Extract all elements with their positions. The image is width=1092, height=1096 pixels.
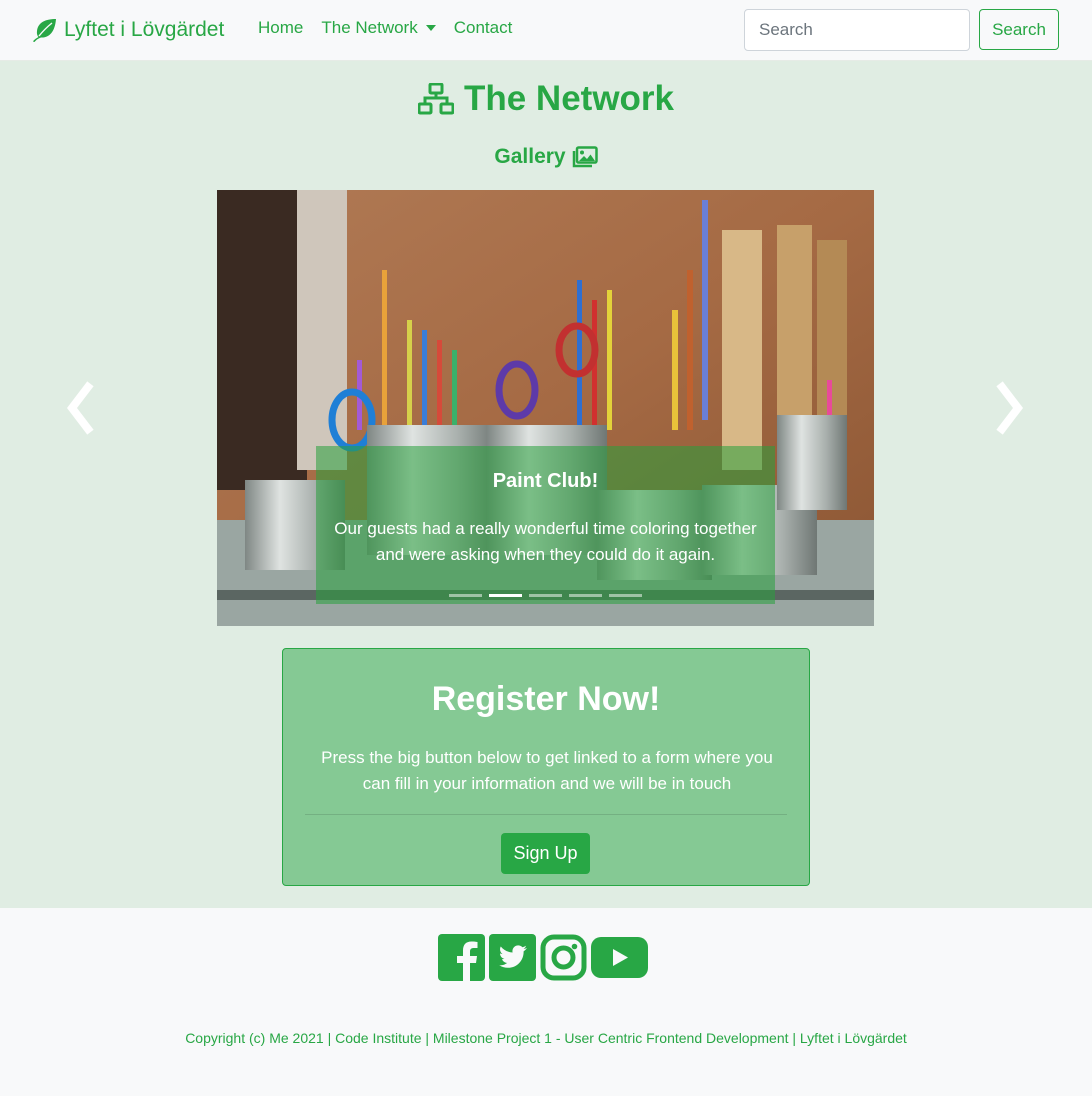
brand-link[interactable]: Lyftet i Lövgärdet <box>32 14 224 46</box>
social-links <box>438 934 652 986</box>
search-button[interactable]: Search <box>979 9 1059 50</box>
carousel-indicator[interactable] <box>609 594 642 597</box>
caption-text: Our guests had a really wonderful time c… <box>334 519 757 564</box>
register-text: Press the big button below to get linked… <box>321 748 773 793</box>
network-icon <box>417 83 454 115</box>
images-icon <box>572 146 598 168</box>
instagram-icon[interactable] <box>540 934 587 986</box>
chevron-down-icon <box>425 25 436 31</box>
copyright-text: Copyright (c) Me 2021 | Code Institute |… <box>185 1030 907 1046</box>
footer: Copyright (c) Me 2021 | Code Institute |… <box>0 908 1092 1096</box>
carousel-indicator[interactable] <box>569 594 602 597</box>
gallery-carousel[interactable]: Paint Club! Our guests had a really wond… <box>217 190 874 626</box>
search-input[interactable] <box>744 9 970 51</box>
youtube-icon[interactable] <box>591 934 648 986</box>
main-section: The Network Gallery Paint Club! Our gues… <box>0 61 1092 908</box>
caption-title: Paint Club! <box>492 470 599 492</box>
brand-label: Lyftet i Lövgärdet <box>64 18 225 41</box>
nav-links: Home The Network Contact <box>258 18 530 38</box>
gallery-title: Gallery <box>0 145 1092 169</box>
gallery-title-text: Gallery <box>494 145 566 168</box>
carousel-indicators <box>316 594 775 597</box>
leaf-icon <box>33 19 56 42</box>
nav-link-the-network[interactable]: The Network <box>321 18 436 38</box>
nav-link-the-network-label: The Network <box>321 18 418 37</box>
page-title: The Network <box>0 79 1092 119</box>
nav-link-home[interactable]: Home <box>258 18 303 38</box>
carousel-indicator[interactable] <box>529 594 562 597</box>
twitter-icon[interactable] <box>489 934 536 986</box>
divider <box>305 814 787 815</box>
register-title: Register Now! <box>431 680 661 718</box>
sign-up-button[interactable]: Sign Up <box>501 833 590 874</box>
carousel-next-icon[interactable] <box>990 381 1030 435</box>
carousel-indicator[interactable] <box>489 594 522 597</box>
page-title-text: The Network <box>463 79 675 118</box>
carousel-caption: Paint Club! Our guests had a really wond… <box>316 446 775 604</box>
navbar: Lyftet i Lövgärdet Home The Network Cont… <box>0 0 1092 61</box>
carousel-prev-icon[interactable] <box>60 381 100 435</box>
facebook-icon[interactable] <box>438 934 485 986</box>
carousel-indicator[interactable] <box>449 594 482 597</box>
register-card: Register Now! Press the big button below… <box>282 648 810 886</box>
nav-link-contact[interactable]: Contact <box>454 18 513 38</box>
